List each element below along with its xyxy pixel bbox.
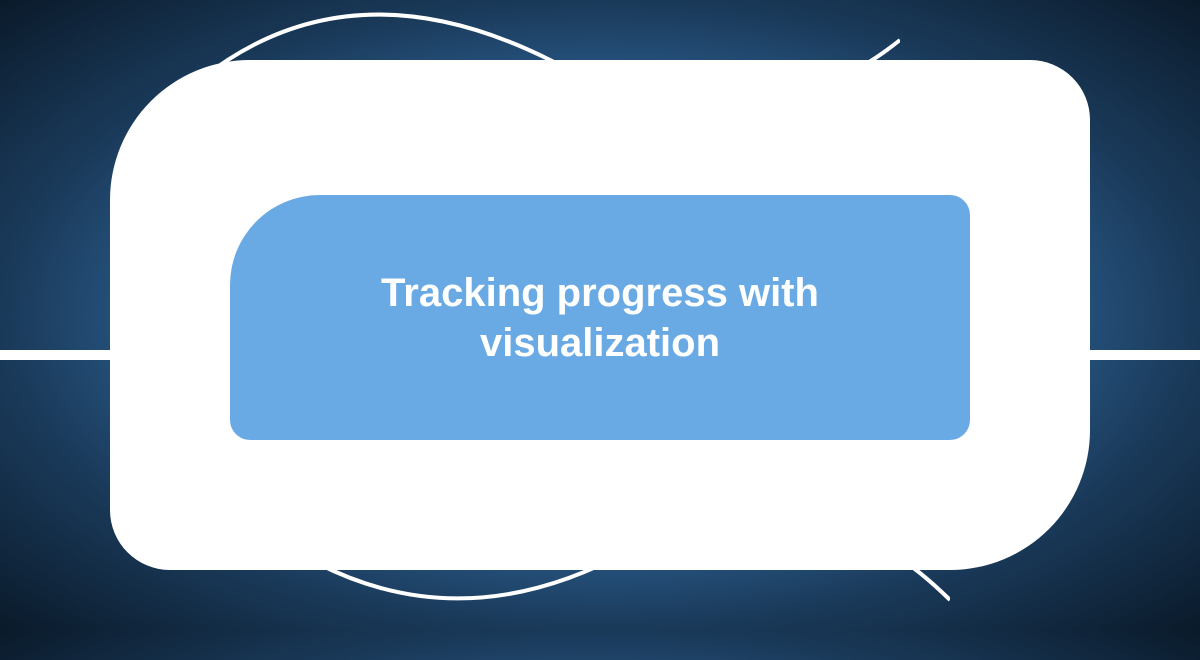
horizontal-line-left <box>0 350 110 360</box>
page-title: Tracking progress with visualization <box>230 268 970 368</box>
horizontal-line-right <box>1090 350 1200 360</box>
inner-card: Tracking progress with visualization <box>230 195 970 440</box>
